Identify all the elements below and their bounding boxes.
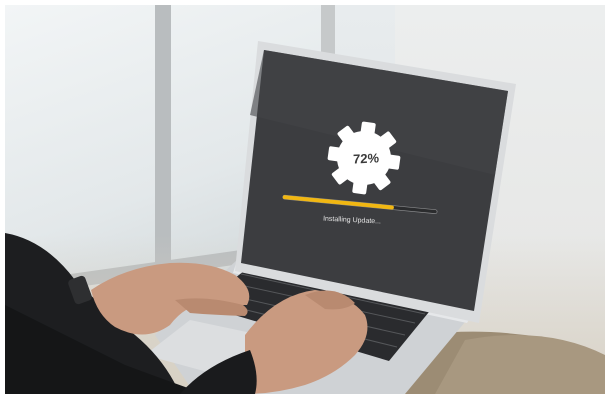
progress-percentage: 72%	[352, 150, 380, 167]
laptop-illustration	[5, 41, 605, 394]
photo-scene: 72% Installing Update...	[5, 5, 605, 394]
